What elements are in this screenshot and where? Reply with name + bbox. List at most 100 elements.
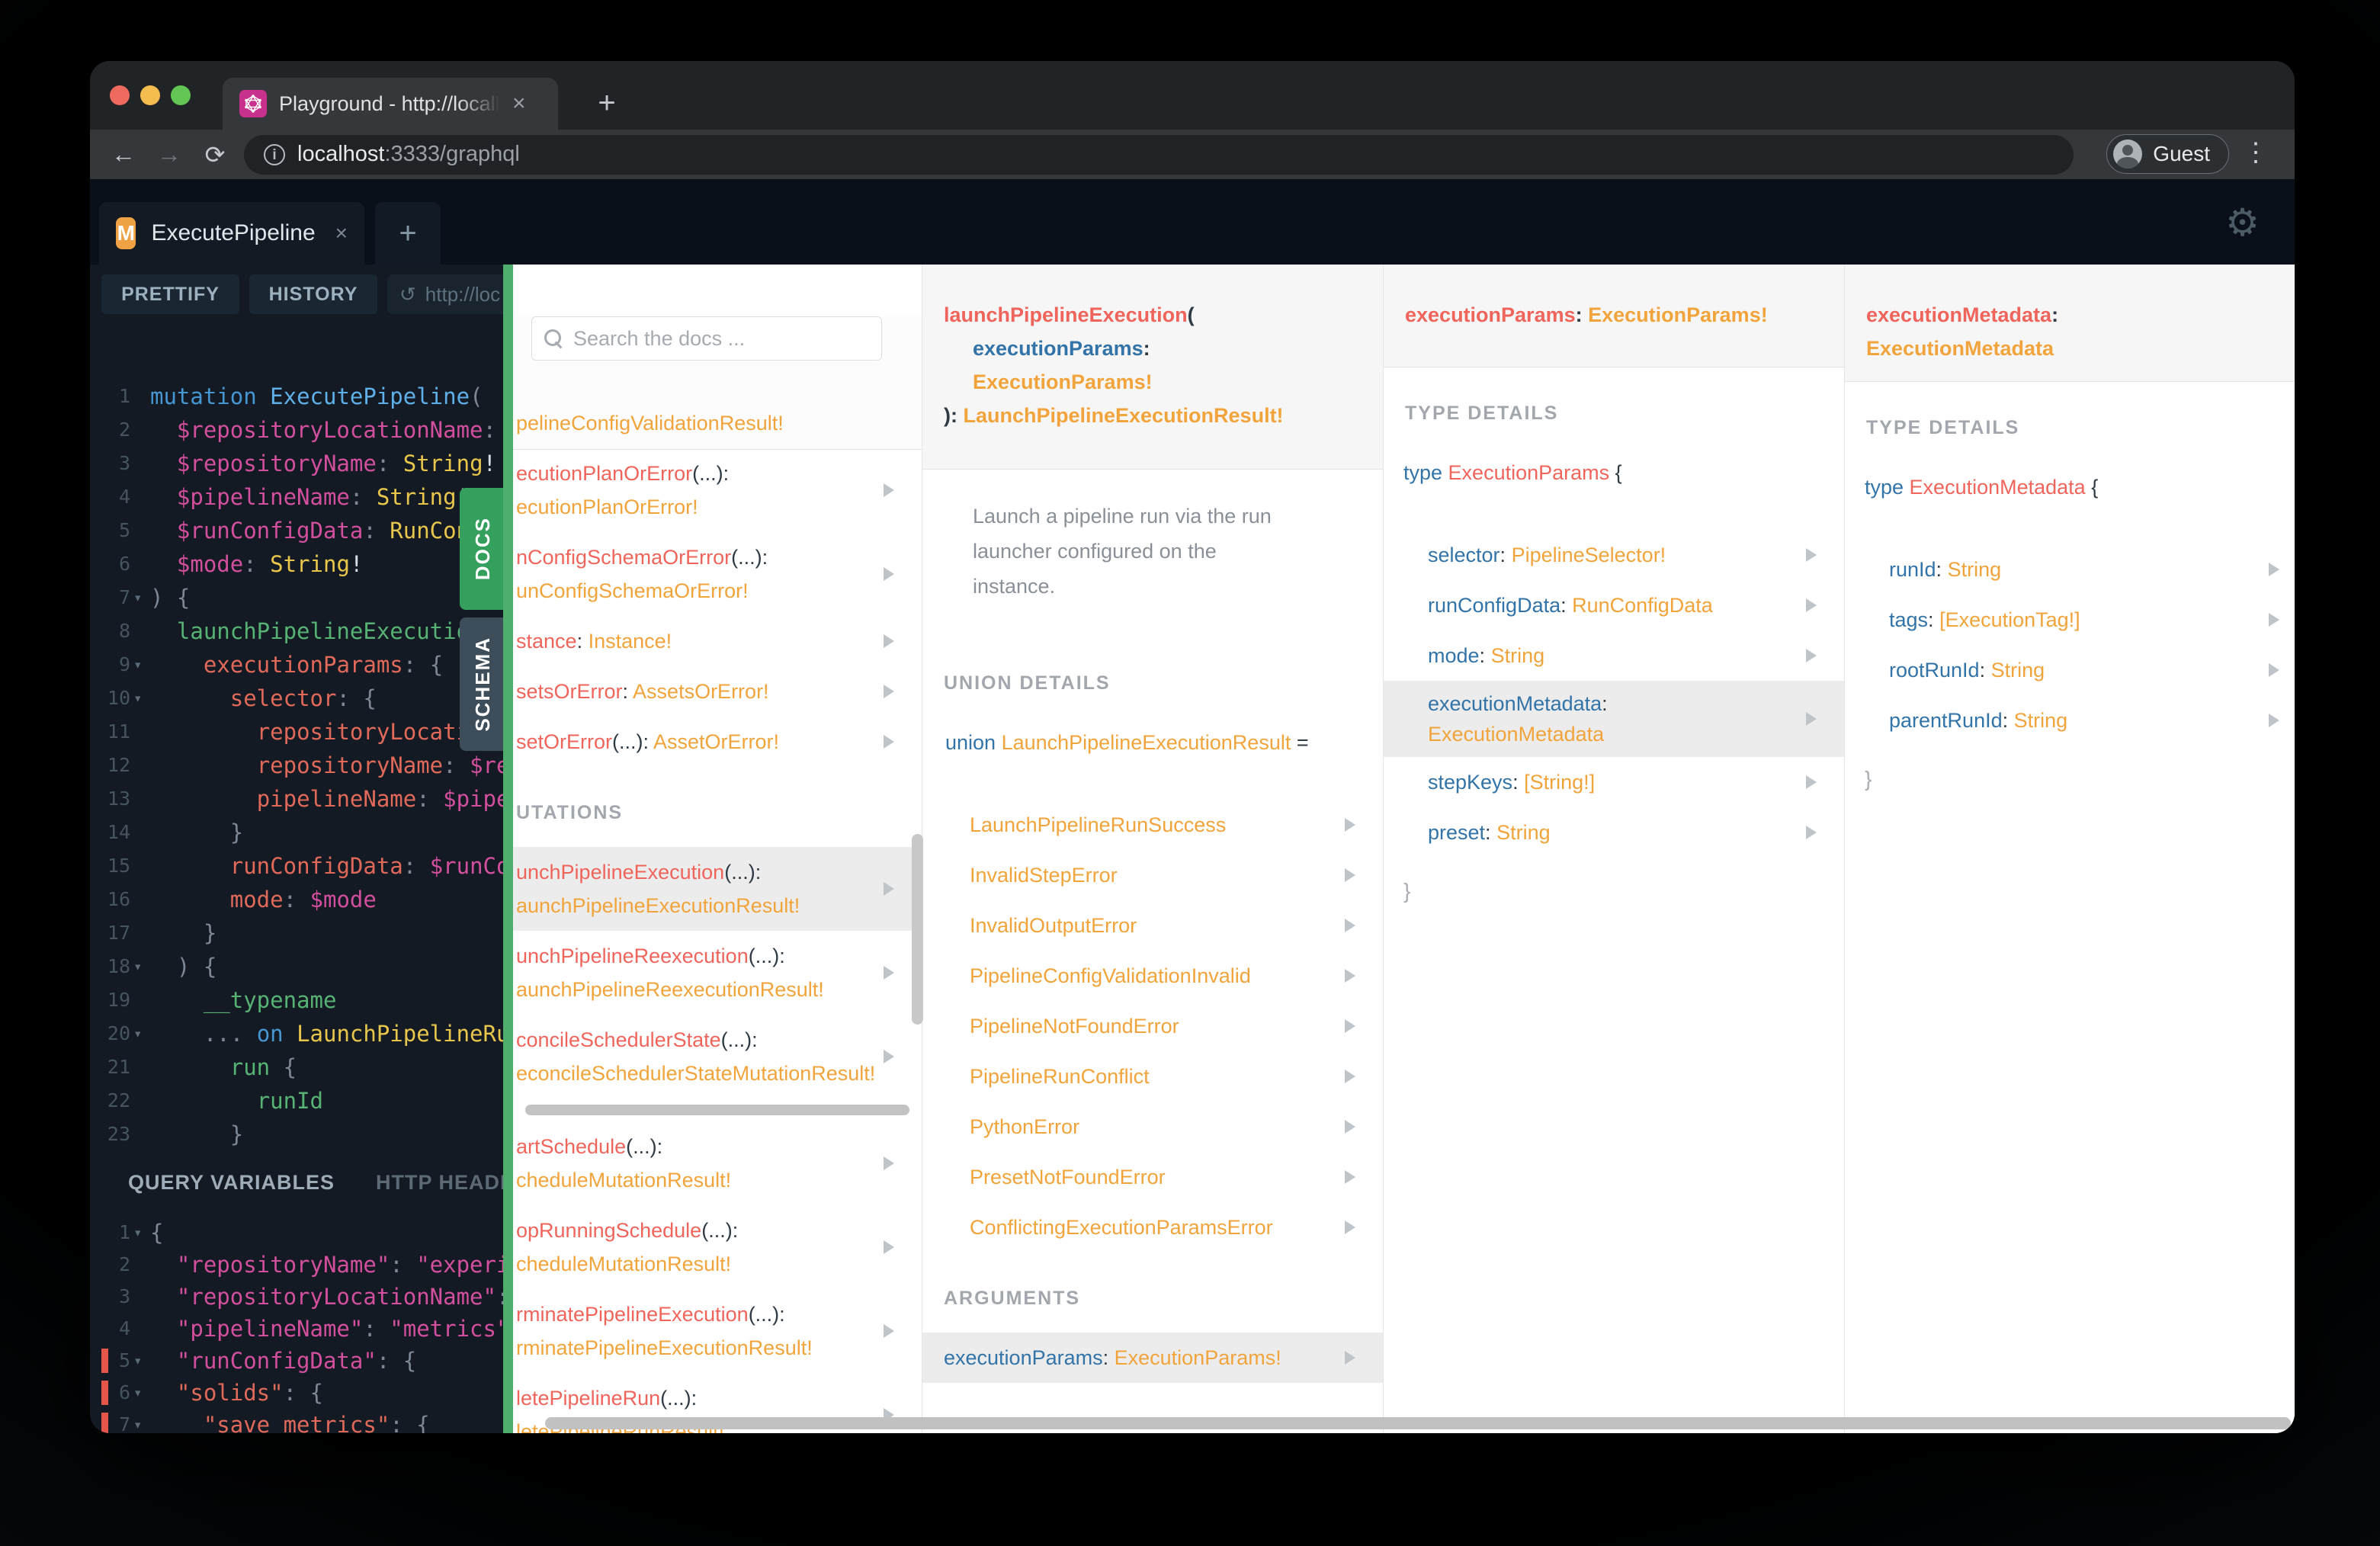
doc-row[interactable]: InvalidStepError xyxy=(922,850,1383,900)
doc-row[interactable]: PipelineNotFoundError xyxy=(922,1001,1383,1051)
doc-row[interactable]: executionMetadata: xyxy=(1845,298,2295,332)
chevron-right-icon[interactable] xyxy=(2269,714,2279,727)
settings-gear-icon[interactable]: ⚙ xyxy=(2225,200,2260,245)
code-line[interactable]: 13 pipelineName: $pipelineName xyxy=(101,782,503,816)
doc-row[interactable]: ExecutionParams! xyxy=(922,365,1383,399)
doc-row[interactable]: artSchedule(...): cheduleMutationResult! xyxy=(513,1121,922,1205)
code-line[interactable]: 2 $repositoryLocationName: xyxy=(101,413,503,447)
chevron-right-icon[interactable] xyxy=(1345,1019,1355,1033)
chevron-right-icon[interactable] xyxy=(1345,1070,1355,1083)
code-line[interactable]: 6 ▾ "solids": { xyxy=(101,1377,503,1409)
search-input[interactable] xyxy=(573,326,863,351)
fold-caret-icon[interactable]: ▾ xyxy=(133,682,150,715)
code-line[interactable]: 2 "repositoryName": "experimental" xyxy=(101,1249,503,1281)
tab-close-icon[interactable]: × xyxy=(512,92,526,115)
doc-row[interactable]: stance: Instance! xyxy=(513,616,922,666)
doc-row[interactable]: setOrError(...): AssetOrError! xyxy=(513,717,922,767)
chevron-right-icon[interactable] xyxy=(2269,663,2279,677)
doc-row[interactable]: pelineConfigValidationResult! xyxy=(513,398,922,448)
maximize-window-icon[interactable] xyxy=(171,85,191,105)
doc-row[interactable]: stepKeys: [String!] xyxy=(1384,757,1844,807)
doc-row[interactable]: ecutionPlanOrError(...): ecutionPlanOrErr… xyxy=(513,448,922,532)
doc-row[interactable]: executionParams: ExecutionParams! xyxy=(922,1333,1383,1383)
doc-row[interactable]: runId: String xyxy=(1845,544,2295,595)
fold-caret-icon[interactable]: ▾ xyxy=(133,648,150,682)
code-line[interactable]: 11 repositoryLocationName: $repositoryLo… xyxy=(101,715,503,749)
doc-row[interactable]: executionParams: xyxy=(922,332,1383,365)
minimize-window-icon[interactable] xyxy=(140,85,160,105)
doc-row[interactable]: type ExecutionMetadata { xyxy=(1845,462,2295,512)
doc-row[interactable]: ): LaunchPipelineExecutionResult! xyxy=(922,399,1383,432)
doc-row[interactable]: launchPipelineExecution( xyxy=(922,298,1383,332)
chevron-right-icon[interactable] xyxy=(2269,563,2279,576)
doc-row[interactable]: type ExecutionParams { xyxy=(1384,447,1844,498)
chevron-right-icon[interactable] xyxy=(884,882,894,896)
doc-row[interactable]: ExecutionMetadata xyxy=(1845,332,2295,365)
doc-row[interactable]: union LaunchPipelineExecutionResult = xyxy=(922,717,1383,768)
column-scrollbar-vertical[interactable] xyxy=(912,834,923,1025)
chevron-right-icon[interactable] xyxy=(1345,1220,1355,1234)
doc-row[interactable]: InvalidOutputError xyxy=(922,900,1383,951)
chevron-right-icon[interactable] xyxy=(884,1050,894,1063)
session-tab[interactable]: M ExecutePipeline × xyxy=(99,202,364,265)
code-line[interactable]: 9 ▾ executionParams: { xyxy=(101,648,503,682)
code-line[interactable]: 5 $runConfigData: RunConfigData xyxy=(101,514,503,547)
fold-caret-icon[interactable]: ▾ xyxy=(133,581,150,614)
chevron-right-icon[interactable] xyxy=(1806,598,1817,612)
new-session-button[interactable]: + xyxy=(375,202,441,265)
chevron-right-icon[interactable] xyxy=(884,685,894,698)
docs-scrollbar-horizontal[interactable] xyxy=(545,1417,2291,1429)
chevron-right-icon[interactable] xyxy=(1806,826,1817,839)
chevron-right-icon[interactable] xyxy=(1806,712,1817,726)
chevron-right-icon[interactable] xyxy=(1345,1120,1355,1134)
variables-editor[interactable]: 1▾{2 "repositoryName": "experimental"3 "… xyxy=(101,1217,503,1433)
code-line[interactable]: 3 "repositoryLocationName": xyxy=(101,1281,503,1313)
code-line[interactable]: 12 repositoryName: $repositoryName xyxy=(101,749,503,782)
chevron-right-icon[interactable] xyxy=(1806,649,1817,662)
chevron-right-icon[interactable] xyxy=(1345,1351,1355,1365)
refresh-endpoint-icon[interactable]: ↺ xyxy=(399,283,416,306)
doc-row[interactable]: preset: String xyxy=(1384,807,1844,858)
address-bar[interactable]: i localhost:3333/graphql xyxy=(244,134,2074,175)
doc-row[interactable]: rminatePipelineExecution(...): rminatePip… xyxy=(513,1289,922,1373)
docs-search-box[interactable] xyxy=(531,316,882,361)
tab-query-variables[interactable]: QUERY VARIABLES xyxy=(128,1171,335,1195)
query-editor[interactable]: 1 mutation ExecutePipeline(2 $repositoryL… xyxy=(101,380,503,1151)
close-window-icon[interactable] xyxy=(110,85,130,105)
browser-menu-icon[interactable]: ⋮ xyxy=(2243,137,2269,168)
doc-row[interactable]: mode: String xyxy=(1384,630,1844,681)
chevron-right-icon[interactable] xyxy=(884,1156,894,1170)
chevron-right-icon[interactable] xyxy=(1345,868,1355,882)
doc-row[interactable]: executionParams: ExecutionParams! xyxy=(1384,298,1844,332)
doc-row[interactable]: setsOrError: AssetsOrError! xyxy=(513,666,922,717)
chevron-right-icon[interactable] xyxy=(884,966,894,980)
chevron-right-icon[interactable] xyxy=(884,1240,894,1254)
profile-button[interactable]: Guest xyxy=(2106,134,2229,174)
new-tab-button[interactable]: + xyxy=(584,81,630,127)
code-line[interactable]: 1 mutation ExecutePipeline( xyxy=(101,380,503,413)
code-line[interactable]: 5 ▾ "runConfigData": { xyxy=(101,1345,503,1377)
code-line[interactable]: 3 $repositoryName: String! xyxy=(101,447,503,480)
prettify-button[interactable]: PRETTIFY xyxy=(101,274,239,314)
browser-tab[interactable]: Playground - http://localhost:3 × xyxy=(223,78,558,130)
chevron-right-icon[interactable] xyxy=(2269,613,2279,627)
code-line[interactable]: 4 $pipelineName: String! xyxy=(101,480,503,514)
doc-row[interactable]: PipelineConfigValidationInvalid xyxy=(922,951,1383,1001)
chevron-right-icon[interactable] xyxy=(884,567,894,581)
code-line[interactable]: 22 runId xyxy=(101,1084,503,1118)
code-line[interactable]: 10 ▾ selector: { xyxy=(101,682,503,715)
code-line[interactable]: 7 ▾ "save_metrics": { xyxy=(101,1409,503,1433)
docs-side-tab[interactable]: DOCS xyxy=(460,488,505,610)
doc-row[interactable]: LaunchPipelineRunSuccess xyxy=(922,800,1383,850)
doc-row[interactable]: selector: PipelineSelector! xyxy=(1384,530,1844,580)
chevron-right-icon[interactable] xyxy=(1345,919,1355,932)
doc-row[interactable]: rootRunId: String xyxy=(1845,645,2295,695)
chevron-right-icon[interactable] xyxy=(1345,969,1355,983)
doc-row[interactable]: unchPipelineReexecution(...): aunchPipeli… xyxy=(513,931,922,1015)
chevron-right-icon[interactable] xyxy=(1806,548,1817,562)
code-line[interactable]: 8 launchPipelineExecution( xyxy=(101,614,503,648)
doc-row[interactable]: PipelineRunConflict xyxy=(922,1051,1383,1102)
chevron-right-icon[interactable] xyxy=(1345,1170,1355,1184)
code-line[interactable]: 18 ▾ ) { xyxy=(101,950,503,983)
fold-caret-icon[interactable]: ▾ xyxy=(133,1345,150,1377)
